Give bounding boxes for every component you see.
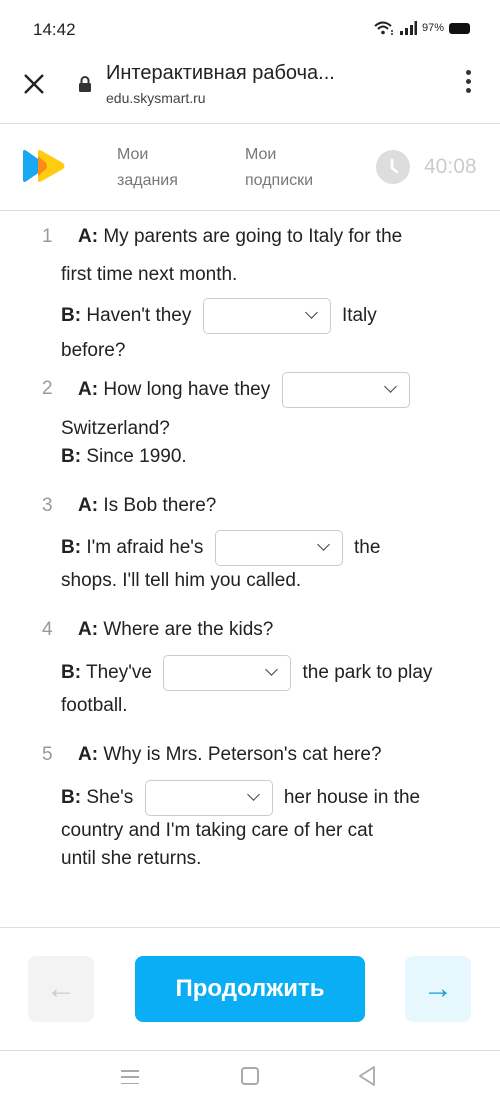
chevron-down-icon xyxy=(383,380,397,393)
answer-dropdown-2[interactable] xyxy=(281,372,410,408)
close-icon xyxy=(24,74,44,94)
status-bar: 14:42 97% xyxy=(0,0,500,60)
task-number: 3 xyxy=(42,495,53,516)
battery-percent: 97% xyxy=(421,22,444,34)
task-number: 4 xyxy=(42,619,53,640)
task-number: 5 xyxy=(42,744,53,765)
site-header: Мои задания Мои подписки 40:08 xyxy=(0,123,500,211)
browser-toolbar: Интерактивная рабоча... edu.skysmart.ru xyxy=(0,60,500,124)
close-button[interactable] xyxy=(20,70,48,98)
page-title: Интерактивная рабоча... xyxy=(106,62,335,84)
timer: 40:08 xyxy=(424,155,477,178)
more-options-button[interactable] xyxy=(458,70,478,100)
chevron-down-icon xyxy=(316,538,330,551)
status-time: 14:42 xyxy=(33,20,76,39)
status-icons: 97% xyxy=(374,21,470,35)
lock-icon xyxy=(79,76,91,92)
clock-icon xyxy=(376,150,410,184)
more-vert-icon xyxy=(465,70,471,75)
answer-dropdown-5[interactable] xyxy=(144,780,273,816)
footer-navigation: ← Продолжить → xyxy=(0,927,500,1051)
arrow-left-icon: ← xyxy=(46,972,76,1005)
nav-my-tasks[interactable]: Мои задания xyxy=(117,142,178,194)
chevron-down-icon xyxy=(265,663,279,676)
battery-icon xyxy=(449,22,470,34)
signal-icon xyxy=(399,21,417,35)
home-button[interactable] xyxy=(241,1067,259,1085)
wifi-icon xyxy=(374,21,393,35)
answer-dropdown-1[interactable] xyxy=(202,298,331,334)
answer-dropdown-3[interactable] xyxy=(214,530,343,566)
chevron-down-icon xyxy=(246,788,260,801)
nav-my-subscriptions[interactable]: Мои подписки xyxy=(245,142,313,194)
next-button[interactable]: → xyxy=(405,956,471,1022)
skysmart-logo[interactable] xyxy=(20,148,68,184)
task-number: 1 xyxy=(42,226,53,247)
answer-dropdown-4[interactable] xyxy=(163,655,292,691)
page-url[interactable]: edu.skysmart.ru xyxy=(106,90,206,106)
previous-button[interactable]: ← xyxy=(28,956,94,1022)
back-button[interactable] xyxy=(357,1065,377,1087)
chevron-down-icon xyxy=(304,306,318,319)
arrow-right-icon: → xyxy=(423,972,453,1005)
task-number: 2 xyxy=(42,378,53,399)
system-nav-bar xyxy=(0,1052,500,1111)
continue-button[interactable]: Продолжить xyxy=(135,956,365,1022)
recent-apps-button[interactable] xyxy=(121,1070,139,1084)
